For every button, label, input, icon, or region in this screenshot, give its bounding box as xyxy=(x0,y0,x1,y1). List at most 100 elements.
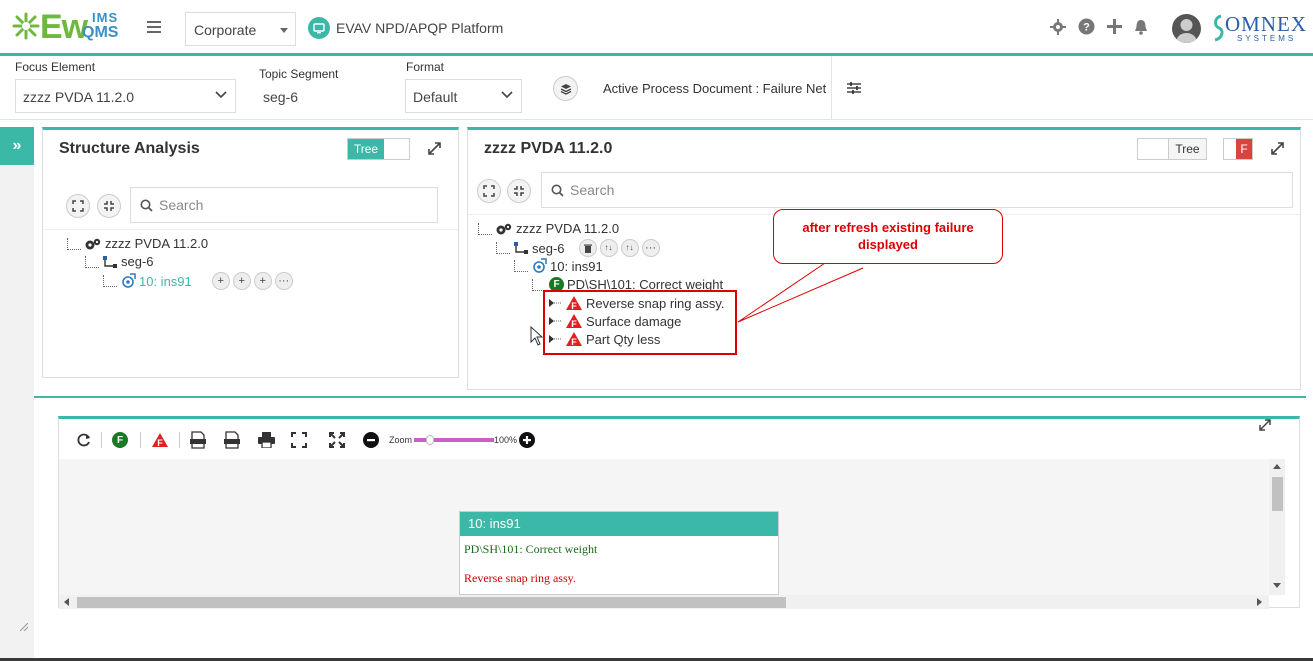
tree-node-ins91[interactable]: 10: ins91 + + + ··· xyxy=(103,272,293,290)
reorder-button[interactable]: ↑↓ xyxy=(620,239,639,257)
export-svg-icon[interactable] xyxy=(190,431,206,449)
more-options-button[interactable]: ··· xyxy=(641,239,660,257)
gears-icon xyxy=(85,238,101,249)
trash-icon xyxy=(583,244,592,253)
scroll-down-icon[interactable] xyxy=(1273,583,1281,588)
zoom-out-icon[interactable] xyxy=(363,432,379,448)
tree-view-toggle[interactable]: Tree xyxy=(347,138,410,160)
active-process-document: Active Process Document : Failure Net xyxy=(603,81,827,96)
zoom-in-icon[interactable] xyxy=(519,432,536,448)
expand-sidebar-button[interactable]: » xyxy=(0,127,34,165)
platform-switcher[interactable]: EVAV NPD/APQP Platform xyxy=(308,17,503,39)
zoom-label: Zoom xyxy=(389,435,413,445)
monitor-icon xyxy=(308,17,330,39)
top-header: Ew IMS QMS Corporate EVAV NPD/APQP Platf… xyxy=(0,0,1313,56)
annotation-callout: after refresh existing failure displayed xyxy=(773,209,1003,264)
double-chevron-right-icon: » xyxy=(12,137,22,154)
help-icon[interactable]: ? xyxy=(1078,18,1095,35)
move-up-down-button[interactable]: ↑↓ xyxy=(599,239,618,257)
zoom-slider[interactable] xyxy=(414,435,495,445)
segment-icon xyxy=(514,242,528,254)
tree-view-toggle[interactable]: Tree xyxy=(1137,138,1207,160)
horizontal-scroll-thumb[interactable] xyxy=(77,597,786,608)
tree-node-label: zzzz PVDA 11.2.0 xyxy=(516,221,620,236)
logo-ims-text: IMS xyxy=(92,10,119,25)
gear-icon[interactable] xyxy=(1050,18,1066,35)
tree-node-label: 10: ins91 xyxy=(139,273,192,289)
expand-panel-icon[interactable] xyxy=(1271,142,1284,155)
omnex-subtitle: SYSTEMS xyxy=(1237,34,1297,43)
more-options-button[interactable]: ··· xyxy=(274,272,293,290)
topic-segment-label: Topic Segment xyxy=(259,67,339,81)
add-child-button[interactable]: + xyxy=(211,272,230,290)
vertical-scrollbar[interactable] xyxy=(1269,459,1285,595)
resize-grip-icon[interactable] xyxy=(20,623,28,631)
delete-button[interactable] xyxy=(578,239,597,257)
plus-icon[interactable] xyxy=(1107,19,1122,34)
f-toggle-label: F xyxy=(1236,139,1252,159)
collapse-all-button[interactable] xyxy=(507,179,531,203)
svg-text:F: F xyxy=(157,438,163,448)
add-sibling-button[interactable]: + xyxy=(232,272,251,290)
vertical-scroll-thumb[interactable] xyxy=(1272,477,1283,511)
annotation-pointer xyxy=(737,262,864,323)
fullscreen-icon[interactable] xyxy=(329,432,345,448)
scroll-right-icon[interactable] xyxy=(1257,598,1262,606)
collapse-all-button[interactable] xyxy=(97,194,121,218)
failure-net-search[interactable]: Search xyxy=(541,172,1293,208)
structure-search[interactable]: Search xyxy=(130,187,438,223)
collapse-icon xyxy=(514,186,524,196)
fit-screen-icon[interactable] xyxy=(291,432,307,448)
hamburger-menu-icon[interactable] xyxy=(147,21,161,33)
tree-node-ins91[interactable]: 10: ins91 xyxy=(514,258,603,274)
export-png-icon[interactable] xyxy=(224,431,240,449)
print-icon[interactable] xyxy=(258,432,275,448)
expand-icon xyxy=(72,200,84,212)
tree-node-label: zzzz PVDA 11.2.0 xyxy=(105,236,209,251)
tree-node-segment[interactable]: seg-6 ↑↓ ↑↓ ··· xyxy=(496,239,660,257)
add-failure-icon[interactable]: F xyxy=(151,432,169,448)
add-function-icon[interactable]: F xyxy=(112,432,128,448)
expand-panel-icon[interactable] xyxy=(1259,419,1271,431)
process-step-icon xyxy=(122,273,136,288)
tree-node-label: seg-6 xyxy=(121,254,154,269)
omnex-mark-icon xyxy=(1214,14,1224,42)
bell-icon[interactable] xyxy=(1134,19,1148,35)
layers-button[interactable] xyxy=(553,76,578,101)
mouse-cursor-icon xyxy=(530,326,544,346)
failure-view-toggle[interactable]: F xyxy=(1223,138,1253,160)
scroll-up-icon[interactable] xyxy=(1273,464,1281,469)
expand-all-button[interactable] xyxy=(477,179,501,203)
format-label: Format xyxy=(406,60,445,74)
svg-text:?: ? xyxy=(1083,22,1090,34)
user-avatar[interactable] xyxy=(1172,14,1201,43)
header-actions: ? xyxy=(1050,18,1148,35)
focus-element-label: Focus Element xyxy=(15,60,96,74)
panel-title: zzzz PVDA 11.2.0 xyxy=(484,140,613,157)
tree-node-segment[interactable]: seg-6 xyxy=(85,254,154,269)
horizontal-scrollbar[interactable] xyxy=(59,595,1269,609)
expand-icon xyxy=(483,185,495,197)
tree-node-root[interactable]: zzzz PVDA 11.2.0 xyxy=(478,221,619,236)
expand-panel-icon[interactable] xyxy=(428,142,441,155)
search-placeholder: Search xyxy=(570,182,615,198)
scroll-left-icon[interactable] xyxy=(64,598,69,606)
zoom-slider-thumb[interactable] xyxy=(426,435,435,445)
expand-all-button[interactable] xyxy=(66,194,90,218)
format-select[interactable]: Default xyxy=(405,79,522,113)
focus-element-select[interactable]: zzzz PVDA 11.2.0 xyxy=(15,79,236,113)
add-item-button[interactable]: + xyxy=(253,272,272,290)
node-title: 10: ins91 xyxy=(460,512,778,536)
search-icon xyxy=(140,199,153,212)
collapse-icon xyxy=(104,201,114,211)
node-failure: Reverse snap ring assy. xyxy=(464,571,576,585)
structure-analysis-panel: Structure Analysis Tree Search zzzz PVDA… xyxy=(42,127,459,378)
corporate-select[interactable]: Corporate xyxy=(185,12,296,46)
refresh-icon[interactable] xyxy=(77,433,91,447)
layers-icon xyxy=(560,83,571,95)
ewqms-logo[interactable]: Ew IMS QMS xyxy=(12,8,132,48)
sliders-icon[interactable] xyxy=(847,81,861,95)
diagram-node-ins91[interactable]: 10: ins91 PD\SH\101: Correct weight Reve… xyxy=(459,511,779,595)
chevron-down-icon xyxy=(215,91,227,99)
tree-node-root[interactable]: zzzz PVDA 11.2.0 xyxy=(67,236,208,251)
